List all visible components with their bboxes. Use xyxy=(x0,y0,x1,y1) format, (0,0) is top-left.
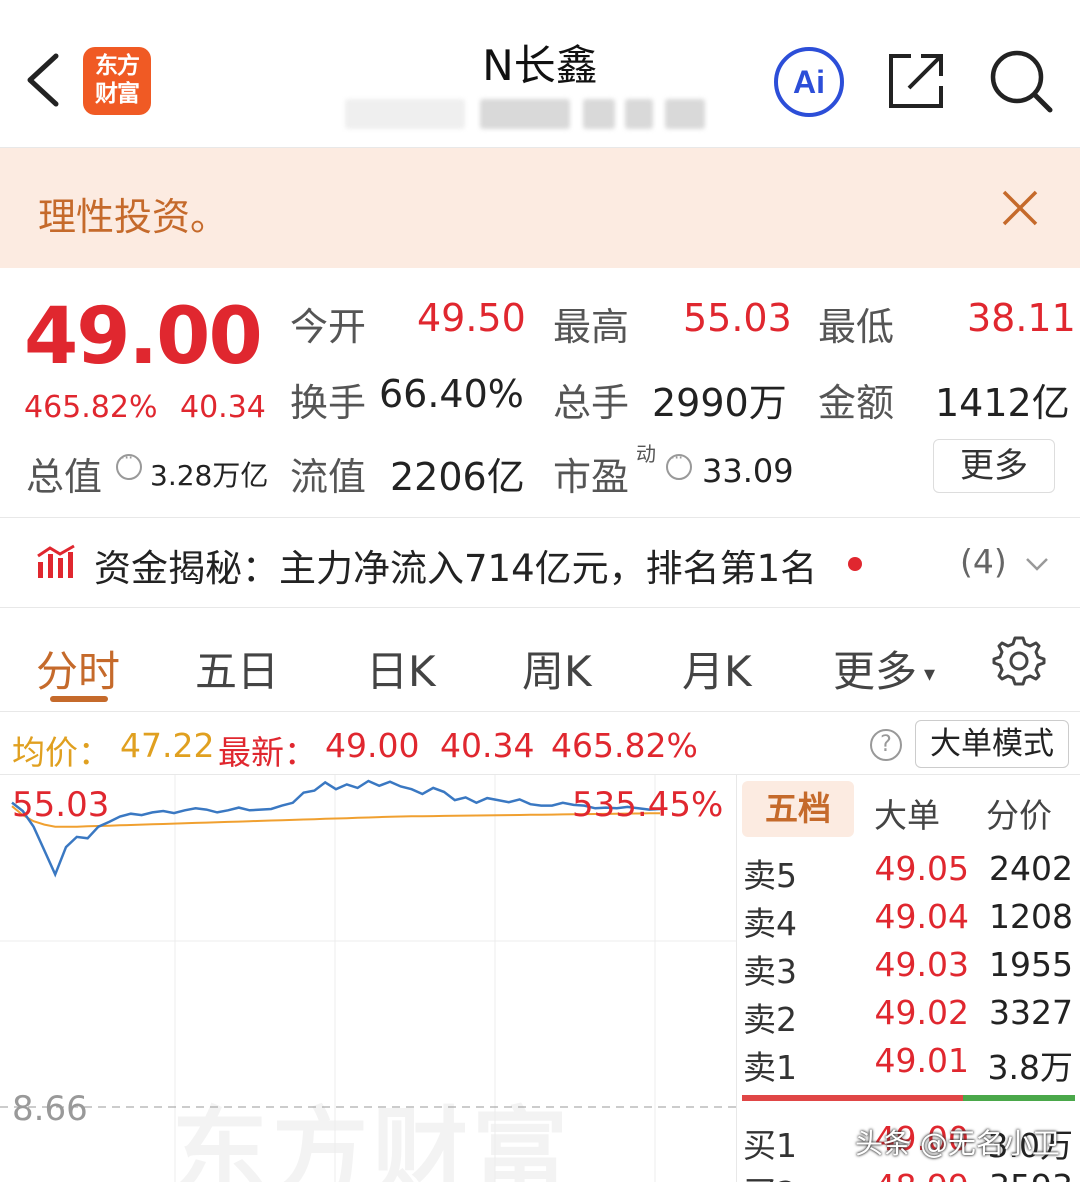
intraday-chart[interactable]: 东方财富 55.03 535.45% 8.66 xyxy=(0,774,736,1182)
top-bar: 东方财富 N长鑫 Ai xyxy=(0,0,1080,148)
low-label: 最低 xyxy=(818,305,895,349)
info-icon[interactable] xyxy=(666,448,692,480)
more-quote-button[interactable]: 更多 xyxy=(933,439,1055,493)
ask-row: 卖5 49.05 2402 xyxy=(743,849,1073,895)
open-label: 今开 xyxy=(290,305,367,349)
change-amount: 40.34 xyxy=(180,390,266,425)
tab-intraday[interactable]: 分时 xyxy=(36,638,120,699)
intraday-info-bar: 均价： 47.22 最新： 49.00 40.34 465.82% ? 大单模式 xyxy=(0,712,1080,774)
tab-five-day[interactable]: 五日 xyxy=(195,638,279,699)
source-watermark: 头条 @无名小卫 xyxy=(855,1127,1060,1160)
chart-period-tabs: 分时 五日 日K 周K 月K 更多 ▾ xyxy=(0,608,1080,712)
search-icon[interactable] xyxy=(988,48,1054,114)
float-cap-value: 2206亿 xyxy=(390,455,525,499)
help-icon[interactable]: ? xyxy=(870,729,902,761)
chart-low-price: 8.66 xyxy=(12,1089,88,1129)
tab-daily-k[interactable]: 日K xyxy=(366,638,436,699)
amount-value: 1412亿 xyxy=(935,381,1070,425)
intraday-chart-svg xyxy=(0,775,736,1182)
volume-value: 2990万 xyxy=(652,381,787,425)
market-cap-label: 总值 xyxy=(26,455,103,499)
last-price: 49.00 xyxy=(24,292,263,382)
latest-change: 40.34 xyxy=(440,726,535,765)
tab-more[interactable]: 更多 ▾ xyxy=(833,638,935,699)
info-icon[interactable] xyxy=(116,448,142,480)
latest-price: 49.00 xyxy=(325,726,420,765)
tab-price-distribution[interactable]: 分价 xyxy=(986,789,1052,837)
latest-label: 最新： xyxy=(218,733,317,772)
tab-monthly-k[interactable]: 月K xyxy=(682,638,752,699)
fund-flow-count: (4) xyxy=(960,542,1007,581)
unread-dot xyxy=(848,557,862,571)
close-icon[interactable] xyxy=(998,186,1042,230)
avg-price-label: 均价： xyxy=(12,733,111,772)
bid-row: 买248.993593 xyxy=(737,1167,1080,1182)
open-value: 49.50 xyxy=(417,296,526,340)
share-icon[interactable] xyxy=(885,50,947,112)
high-value: 55.03 xyxy=(683,296,792,340)
active-tab-indicator xyxy=(50,696,108,702)
gear-icon[interactable] xyxy=(992,634,1046,688)
tab-five-levels[interactable]: 五档 xyxy=(742,781,854,837)
change-percent: 465.82% xyxy=(24,390,158,425)
svg-text:Ai: Ai xyxy=(793,64,825,100)
float-cap-label: 流值 xyxy=(290,455,367,499)
quote-panel: 49.00 465.82% 40.34 今开 49.50 最高 55.03 最低… xyxy=(0,268,1080,518)
big-order-mode-button[interactable]: 大单模式 xyxy=(915,720,1069,768)
ai-assistant-icon[interactable]: Ai xyxy=(772,45,846,119)
high-label: 最高 xyxy=(553,305,630,349)
volume-label: 总手 xyxy=(553,381,630,425)
chart-high-price: 55.03 xyxy=(12,785,110,825)
pe-dynamic-mark: 动 xyxy=(636,442,656,466)
tab-weekly-k[interactable]: 周K xyxy=(522,638,592,699)
risk-notice-banner: 理性投资。 xyxy=(0,148,1080,268)
turnover-value: 66.40% xyxy=(379,372,524,416)
fund-flow-text: 资金揭秘：主力净流入714亿元，排名第1名 xyxy=(94,547,818,590)
avg-price-value: 47.22 xyxy=(120,726,215,765)
turnover-label: 换手 xyxy=(290,381,367,425)
ask-row: 卖3 49.03 1955 xyxy=(743,945,1073,991)
pe-label: 市盈 xyxy=(553,455,630,499)
fund-flow-bar[interactable]: 资金揭秘：主力净流入714亿元，排名第1名 (4) xyxy=(0,518,1080,608)
ask-row: 卖2 49.02 3327 xyxy=(743,993,1073,1039)
chevron-down-icon[interactable] xyxy=(1025,556,1049,572)
order-book: 五档 大单 分价 卖5 49.05 2402 卖4 49.04 1208 卖3 49.03… xyxy=(736,774,1080,1182)
latest-change-pct: 465.82% xyxy=(551,726,698,765)
notice-text: 理性投资。 xyxy=(38,195,229,239)
tab-big-orders[interactable]: 大单 xyxy=(874,789,940,837)
amount-label: 金额 xyxy=(818,381,895,425)
chart-high-pct: 535.45% xyxy=(572,785,724,825)
market-cap-value: 3.28万亿 xyxy=(150,459,269,492)
bid-ask-ratio-bar xyxy=(742,1095,1075,1101)
pe-value: 33.09 xyxy=(702,452,794,490)
low-value: 38.11 xyxy=(967,296,1076,340)
stock-code-obscured xyxy=(345,95,735,133)
bar-chart-icon xyxy=(37,544,75,578)
ask-row: 卖1 49.01 3.8万 xyxy=(743,1041,1073,1087)
ask-row: 卖4 49.04 1208 xyxy=(743,897,1073,943)
